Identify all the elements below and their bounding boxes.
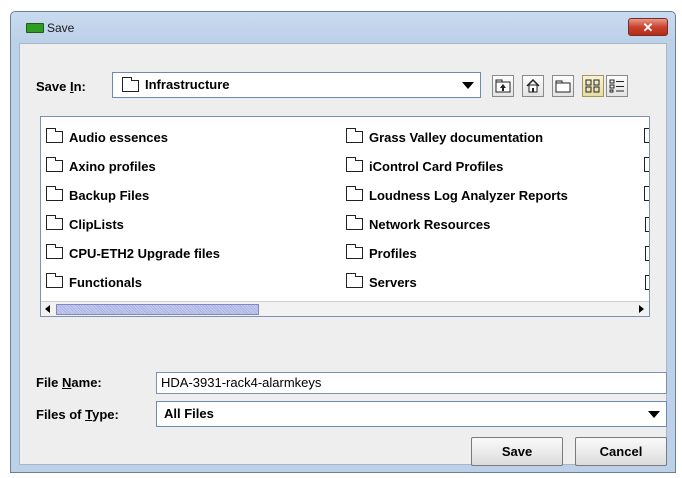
details-view-button[interactable]	[606, 75, 628, 97]
list-item[interactable]: Axino profiles	[46, 156, 156, 176]
save-in-value: Infrastructure	[145, 77, 230, 92]
new-folder-icon	[555, 80, 571, 93]
list-item[interactable]: Network Resources	[346, 214, 490, 234]
list-item[interactable]: Grass Valley documentation	[346, 127, 543, 147]
list-item[interactable]: Profiles	[346, 243, 417, 263]
file-name-input[interactable]: HDA-3931-rack4-alarmkeys	[156, 372, 667, 394]
file-type-value: All Files	[164, 406, 214, 421]
folder-icon	[346, 186, 363, 201]
scroll-thumb[interactable]	[56, 304, 259, 315]
list-item[interactable]	[645, 272, 649, 292]
list-item[interactable]	[644, 185, 649, 205]
folder-icon	[46, 186, 63, 201]
list-item[interactable]	[645, 243, 649, 263]
home-button[interactable]	[522, 75, 544, 97]
list-item[interactable]: ClipLists	[46, 214, 124, 234]
file-list[interactable]: Audio essences Axino profiles Backup Fil…	[40, 116, 650, 317]
list-item[interactable]: Backup Files	[46, 185, 149, 205]
folder-icon	[644, 128, 649, 143]
folder-icon	[46, 244, 63, 259]
app-icon	[26, 23, 44, 33]
file-type-dropdown[interactable]: All Files	[156, 401, 667, 427]
save-in-dropdown[interactable]: Infrastructure	[112, 72, 481, 98]
list-item[interactable]	[644, 127, 649, 147]
folder-icon	[346, 128, 363, 143]
document-icon	[645, 216, 649, 232]
document-icon	[645, 245, 649, 261]
scroll-left-arrow-icon[interactable]	[41, 302, 56, 316]
horizontal-scrollbar[interactable]	[41, 301, 649, 316]
folder-icon	[46, 215, 63, 230]
list-item[interactable]: Loudness Log Analyzer Reports	[346, 185, 568, 205]
folder-icon	[346, 215, 363, 230]
folder-icon	[644, 157, 649, 172]
file-type-label: Files of Type:	[36, 407, 119, 422]
save-in-label: Save In:	[36, 79, 86, 94]
new-folder-button[interactable]	[552, 75, 574, 97]
chevron-down-icon	[648, 411, 660, 418]
list-view-button[interactable]	[582, 75, 604, 97]
folder-icon	[46, 273, 63, 288]
save-button[interactable]: Save	[471, 437, 563, 466]
folder-icon	[644, 186, 649, 201]
save-dialog: Save ✕ Save In: Infrastructure Audio ess…	[10, 11, 676, 473]
up-folder-icon	[495, 79, 511, 93]
list-item[interactable]	[645, 214, 649, 234]
window-title: Save	[47, 21, 75, 35]
chevron-down-icon	[462, 82, 474, 89]
home-icon	[526, 78, 540, 93]
close-button[interactable]: ✕	[628, 18, 668, 36]
file-name-label: File Name:	[36, 375, 102, 390]
folder-icon	[346, 157, 363, 172]
cancel-button[interactable]: Cancel	[575, 437, 667, 466]
folder-icon	[46, 128, 63, 143]
list-item[interactable]: Functionals	[46, 272, 142, 292]
list-item[interactable]: Servers	[346, 272, 417, 292]
folder-icon	[346, 273, 363, 288]
up-folder-button[interactable]	[492, 75, 514, 97]
list-item[interactable]	[644, 156, 649, 176]
details-view-icon	[609, 79, 624, 93]
title-bar[interactable]: Save ✕	[11, 12, 675, 44]
document-icon	[645, 274, 649, 290]
dialog-body: Save In: Infrastructure Audio essences A…	[19, 43, 667, 466]
folder-icon	[46, 157, 63, 172]
scroll-right-arrow-icon[interactable]	[634, 302, 649, 316]
list-item[interactable]: iControl Card Profiles	[346, 156, 503, 176]
list-view-icon	[585, 79, 600, 93]
list-item[interactable]: Audio essences	[46, 127, 168, 147]
folder-icon	[346, 244, 363, 259]
folder-icon	[122, 77, 139, 92]
list-item[interactable]: CPU-ETH2 Upgrade files	[46, 243, 220, 263]
